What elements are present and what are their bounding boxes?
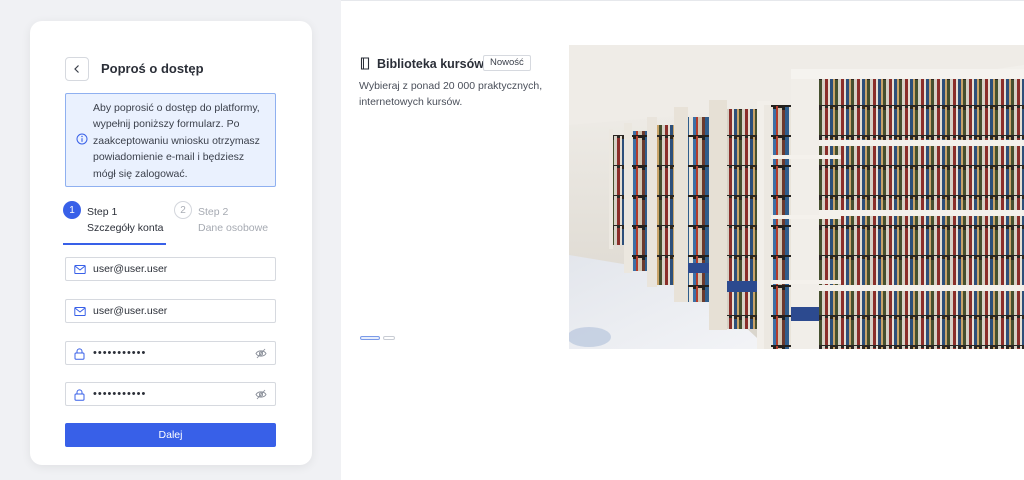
- step-number: 2: [174, 201, 192, 219]
- page-title: Poproś o dostęp: [101, 61, 204, 76]
- password-input[interactable]: [93, 342, 243, 364]
- step-label: Step 2: [198, 206, 229, 218]
- email-input[interactable]: [93, 258, 243, 280]
- confirm-email-input[interactable]: [93, 300, 243, 322]
- lock-icon: [74, 348, 85, 360]
- new-badge: Nowość: [483, 55, 531, 71]
- carousel-indicators: [360, 336, 395, 340]
- carousel-dot-1[interactable]: [360, 336, 380, 340]
- mail-icon: [74, 265, 86, 274]
- top-divider: [341, 0, 1024, 1]
- access-request-card: Poproś o dostęp Aby poprosić o dostęp do…: [30, 21, 312, 465]
- step-1-tab[interactable]: 1 Step 1 Szczegóły konta: [63, 201, 166, 245]
- step-subtitle: Szczegóły konta: [87, 222, 164, 234]
- step-2-tab[interactable]: 2 Step 2 Dane osobowe: [174, 201, 279, 245]
- eye-off-icon[interactable]: [255, 389, 267, 400]
- back-button[interactable]: [65, 57, 89, 81]
- carousel-dot-2[interactable]: [383, 336, 395, 340]
- info-alert: Aby poprosić o dostęp do platformy, wype…: [65, 93, 276, 187]
- library-hero-image: [569, 45, 1024, 349]
- book-icon: [360, 57, 370, 70]
- info-text: Aby poprosić o dostęp do platformy, wype…: [93, 102, 260, 180]
- course-library-title: Biblioteka kursów: [377, 57, 484, 71]
- course-description: Wybieraj z ponad 20 000 praktycznych, in…: [359, 80, 543, 108]
- step-label: Step 1: [87, 206, 118, 218]
- library-shelves-illustration: [569, 45, 1024, 349]
- info-icon: [76, 133, 88, 145]
- step-number: 1: [63, 201, 81, 219]
- left-pane: Poproś o dostęp Aby poprosić o dostęp do…: [0, 0, 341, 480]
- step-subtitle: Dane osobowe: [198, 222, 269, 234]
- mail-icon: [74, 307, 86, 316]
- lock-icon: [74, 389, 85, 401]
- confirm-email-field: [65, 299, 276, 323]
- confirm-password-input[interactable]: [93, 383, 243, 405]
- next-button[interactable]: Dalej: [65, 423, 276, 447]
- confirm-password-field: [65, 382, 276, 406]
- email-field: [65, 257, 276, 281]
- chevron-left-icon: [74, 65, 79, 73]
- eye-off-icon[interactable]: [255, 348, 267, 359]
- password-field: [65, 341, 276, 365]
